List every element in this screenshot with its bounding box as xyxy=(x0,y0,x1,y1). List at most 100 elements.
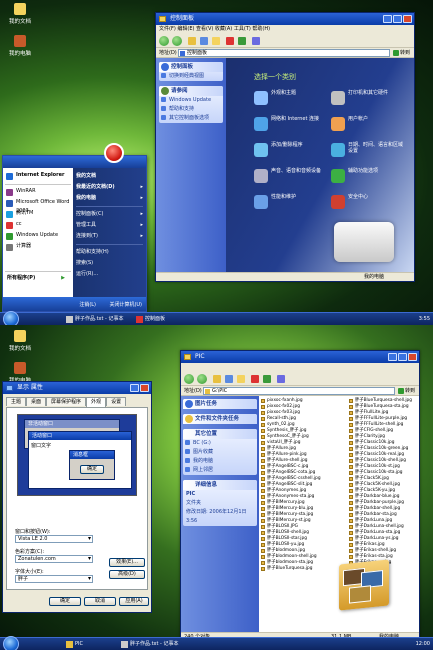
maximize-button[interactable] xyxy=(393,15,402,23)
category-accessibility[interactable]: 辅助功能选项 xyxy=(331,168,406,190)
back-button[interactable] xyxy=(159,36,169,46)
group-header[interactable]: 请参阅 xyxy=(159,86,223,96)
undo-icon[interactable] xyxy=(238,37,246,45)
category-printers[interactable]: 打印机和其它硬件 xyxy=(331,90,406,112)
program-internet-explorer[interactable]: Internet Explorer xyxy=(5,171,71,182)
menubar[interactable]: 文件(F) 编辑(E) 查看(V) 收藏(A) 工具(T) 帮助(H) xyxy=(156,25,414,34)
taskbar-item-pic[interactable]: PIC xyxy=(65,640,83,649)
back-button[interactable] xyxy=(184,374,194,384)
advanced-button[interactable]: 高级(D) xyxy=(109,570,145,579)
tab-desktop[interactable]: 桌面 xyxy=(26,397,47,406)
search-icon[interactable] xyxy=(200,37,208,45)
tab-appearance[interactable]: 外观 xyxy=(86,397,107,407)
tab-screensaver[interactable]: 屏幕保护程序 xyxy=(46,397,87,406)
address-input[interactable]: G:\PIC xyxy=(203,387,395,395)
taskbar-item-notepad[interactable]: 胖子作品.txt - 记事本 xyxy=(65,315,123,324)
group-header[interactable]: 其它位置 xyxy=(183,429,257,439)
folders-icon[interactable] xyxy=(212,37,220,45)
forward-button[interactable] xyxy=(172,36,182,46)
shutdown-button[interactable]: 关闭计算机(U) xyxy=(109,301,142,308)
views-icon[interactable] xyxy=(252,37,260,45)
category-date-time-language[interactable]: 日期、时间、语言和区域设置 xyxy=(331,142,406,164)
category-add-remove-programs[interactable]: 添加/删除程序 xyxy=(254,142,329,164)
up-folder-icon[interactable] xyxy=(213,375,221,383)
desktop-icon-my-documents[interactable]: 我的文档 xyxy=(3,330,37,352)
see-also-link[interactable]: 帮助和支持 xyxy=(159,105,223,114)
logoff-button[interactable]: 注销(L) xyxy=(79,301,96,308)
effects-button[interactable]: 效果(E)... xyxy=(109,558,145,567)
program-winrar[interactable]: WinRAR xyxy=(5,187,71,198)
minimize-button[interactable] xyxy=(383,15,392,23)
place-link[interactable]: 图片收藏 xyxy=(183,448,257,457)
program-tm[interactable]: 腾讯TM xyxy=(5,209,71,220)
color-scheme-select[interactable]: Zonatulen.com xyxy=(15,555,93,563)
switch-classic-view-link[interactable]: 切换到经典视图 xyxy=(159,72,223,81)
place-link[interactable]: 我的电脑 xyxy=(183,457,257,466)
place-my-documents[interactable]: 我的文档 xyxy=(76,171,143,182)
place-recent-documents[interactable]: 我最近的文档(D) ▸ xyxy=(76,182,143,193)
cancel-button[interactable]: 取消 xyxy=(84,597,116,606)
apply-button[interactable]: 应用(A) xyxy=(119,597,149,606)
group-header[interactable]: 图片任务 xyxy=(183,399,257,409)
up-folder-icon[interactable] xyxy=(188,37,196,45)
program-cc[interactable]: cc xyxy=(5,220,71,231)
window-titlebar[interactable]: PIC xyxy=(181,351,419,363)
place-control-panel[interactable]: 控制面板(C) ▸ xyxy=(76,209,143,220)
address-input[interactable]: 控制面板 xyxy=(178,49,390,57)
undo-icon[interactable] xyxy=(263,375,271,383)
program-calculator[interactable]: 计算器 xyxy=(5,242,71,253)
place-search[interactable]: 搜索(S) xyxy=(76,258,143,269)
program-windows-update[interactable]: Windows Update xyxy=(5,231,71,242)
group-header[interactable]: 详细信息 xyxy=(183,480,257,490)
close-button[interactable] xyxy=(408,353,417,361)
dialog-titlebar[interactable]: 显示 属性 xyxy=(3,382,151,394)
minimize-button[interactable] xyxy=(388,353,397,361)
place-run[interactable]: 运行(R)... xyxy=(76,269,143,280)
place-my-computer[interactable]: 我的电脑 ▸ xyxy=(76,193,143,204)
go-button[interactable]: 转到 xyxy=(392,49,412,57)
category-sounds[interactable]: 声音、语音和音频设备 xyxy=(254,168,329,190)
see-also-link[interactable]: Windows Update xyxy=(159,96,223,105)
ok-button[interactable]: 确定 xyxy=(49,597,81,606)
all-programs-button[interactable]: 所有程序(P) ▶ xyxy=(5,274,71,285)
category-performance[interactable]: 性能和维护 xyxy=(254,194,329,216)
tab-themes[interactable]: 主题 xyxy=(6,397,27,406)
window-titlebar[interactable]: 控制面板 xyxy=(156,13,414,25)
see-also-link[interactable]: 其它控制面板选项 xyxy=(159,114,223,123)
window-style-select[interactable]: Vista LE 2.0 xyxy=(15,535,93,543)
place-link[interactable]: BC (G:) xyxy=(183,439,257,448)
image-file-icon xyxy=(349,519,353,523)
views-icon[interactable] xyxy=(277,375,285,383)
place-admin-tools[interactable]: 管理工具 ▸ xyxy=(76,220,143,231)
font-size-select[interactable]: 胖子 xyxy=(15,575,93,583)
search-icon[interactable] xyxy=(225,375,233,383)
delete-icon[interactable] xyxy=(251,375,259,383)
taskbar-item-control-panel[interactable]: 控制面板 xyxy=(135,315,165,324)
delete-icon[interactable] xyxy=(226,37,234,45)
close-button[interactable] xyxy=(140,384,149,392)
start-button[interactable] xyxy=(3,311,19,325)
place-link[interactable]: 网上邻居 xyxy=(183,466,257,475)
category-security-center[interactable]: 安全中心 xyxy=(331,194,406,216)
menubar[interactable] xyxy=(181,363,419,372)
desktop-icon-my-documents[interactable]: 我的文档 xyxy=(3,3,37,25)
category-network[interactable]: 网络和 Internet 连接 xyxy=(254,116,329,138)
start-button[interactable] xyxy=(3,636,19,650)
program-word[interactable]: Microsoft Office Word 2003 xyxy=(5,198,71,214)
tab-settings[interactable]: 设置 xyxy=(106,397,127,406)
go-button[interactable]: 转到 xyxy=(397,387,417,395)
place-connect-to[interactable]: 连接到(T) ▸ xyxy=(76,231,143,242)
help-button[interactable] xyxy=(130,384,139,392)
category-user-accounts[interactable]: 用户帐户 xyxy=(331,116,406,138)
taskbar-item-notepad[interactable]: 胖子作品.txt - 记事本 xyxy=(120,640,178,649)
close-button[interactable] xyxy=(403,15,412,23)
category-appearance[interactable]: 外观和主题 xyxy=(254,90,329,112)
maximize-button[interactable] xyxy=(398,353,407,361)
group-header[interactable]: 文件和文件夹任务 xyxy=(183,414,257,424)
file-item[interactable]: 胖子BlueTurquesa.jpg xyxy=(261,566,321,572)
forward-button[interactable] xyxy=(197,374,207,384)
desktop-icon-my-computer[interactable]: 我的电脑 xyxy=(3,35,37,57)
place-help[interactable]: 帮助和支持(H) xyxy=(76,247,143,258)
group-header[interactable]: 控制面板 xyxy=(159,62,223,72)
folders-icon[interactable] xyxy=(237,375,245,383)
